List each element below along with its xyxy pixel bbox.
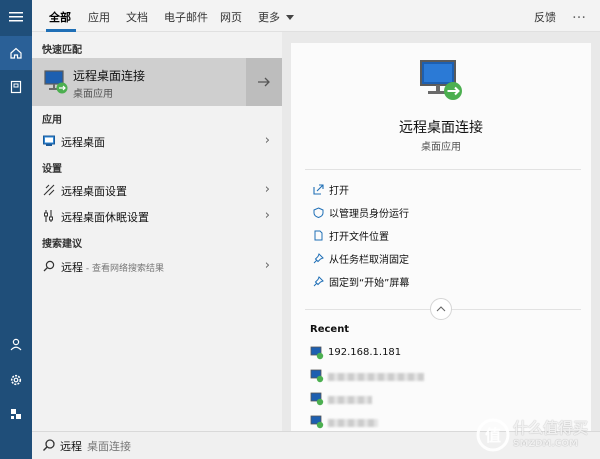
notebook-icon: [10, 80, 22, 94]
remote-desktop-icon: [42, 134, 56, 148]
action-unpin-taskbar[interactable]: 从任务栏取消固定: [311, 250, 581, 268]
details-pane: 远程桌面连接 桌面应用 打开 以管理员身份运行 打开文件位置 从任务栏取消固定 …: [291, 43, 591, 431]
details-subtitle: 桌面应用: [421, 142, 461, 153]
list-item[interactable]: 远程桌面设置 ›: [32, 179, 282, 203]
watermark-en: SMZDM.COM: [513, 439, 579, 449]
search-icon: [43, 439, 55, 451]
chevron-right-icon: ›: [264, 258, 270, 273]
tab-documents[interactable]: 文档: [126, 9, 148, 25]
chevron-right-icon: ›: [264, 133, 270, 148]
details-header: 远程桌面连接 桌面应用: [291, 43, 591, 168]
list-item[interactable]: 远程 - 查看网络搜索结果 ›: [32, 255, 282, 279]
chevron-up-icon: [436, 306, 446, 312]
action-open-file-location[interactable]: 打开文件位置: [311, 227, 581, 245]
open-icon: [311, 182, 325, 196]
best-match-title: 远程桌面连接: [73, 69, 146, 83]
tab-more-label: 更多: [258, 11, 280, 24]
redacted-text: [328, 373, 424, 381]
person-icon: [10, 338, 22, 351]
run-as-admin-icon: [311, 205, 325, 219]
action-label: 打开: [329, 186, 349, 197]
gear-icon: [10, 374, 22, 386]
tab-more[interactable]: 更多: [258, 9, 294, 25]
left-rail: [0, 0, 32, 459]
feedback-button[interactable]: 反馈: [534, 9, 556, 25]
recent-item[interactable]: 192.168.1.181: [310, 345, 580, 363]
tab-email[interactable]: 电子邮件: [164, 9, 208, 25]
tab-web[interactable]: 网页: [220, 9, 242, 25]
watermark-logo-icon: 值: [476, 418, 510, 452]
redacted-text: [328, 396, 372, 404]
notebook-button[interactable]: [0, 70, 32, 104]
remote-settings-icon: [42, 183, 56, 197]
search-input[interactable]: 远程: [60, 438, 82, 454]
remote-desktop-app-icon: [420, 60, 462, 100]
suggestion-query: 远程: [61, 261, 83, 274]
divider: [305, 169, 581, 170]
hamburger-icon: [9, 12, 23, 22]
file-location-icon: [311, 228, 325, 242]
best-match-item[interactable]: 远程桌面连接 桌面应用: [32, 58, 282, 106]
arrow-right-icon: [258, 77, 270, 87]
more-options-button[interactable]: …: [572, 6, 586, 22]
tab-all[interactable]: 全部: [49, 9, 71, 25]
results-pane: 快速匹配 远程桌面连接 桌面应用 应用 远程桌面 › 设置 远程桌面设置 › 远…: [32, 32, 282, 431]
watermark-cn: 什么值得买: [513, 419, 589, 437]
recent-heading: Recent: [310, 324, 350, 335]
action-label: 从任务栏取消固定: [329, 255, 409, 266]
search-suggestions-heading: 搜索建议: [42, 239, 82, 250]
action-label: 打开文件位置: [329, 232, 389, 243]
best-match-heading: 快速匹配: [42, 45, 82, 56]
sliders-icon: [42, 209, 56, 223]
settings-heading: 设置: [42, 164, 62, 175]
search-autocomplete-text: 桌面连接: [87, 440, 131, 453]
collapse-actions-button[interactable]: [430, 298, 452, 320]
account-button[interactable]: [0, 327, 32, 361]
tab-apps[interactable]: 应用: [88, 9, 110, 25]
settings-button[interactable]: [0, 363, 32, 397]
remote-desktop-file-icon: [310, 392, 324, 406]
watermark: 值 什么值得买 SMZDM.COM: [473, 407, 598, 459]
redacted-text: [328, 419, 378, 427]
search-icon: [42, 259, 56, 273]
action-label: 固定到“开始”屏幕: [329, 278, 410, 289]
list-item[interactable]: 远程桌面休眠设置 ›: [32, 205, 282, 229]
feedback-icon: [11, 409, 21, 419]
svg-text:值: 值: [485, 426, 501, 445]
remote-desktop-file-icon: [310, 369, 324, 383]
unpin-taskbar-icon: [311, 251, 325, 265]
home-button[interactable]: [0, 36, 32, 70]
recent-item[interactable]: [310, 368, 580, 386]
ellipsis-icon: …: [572, 6, 586, 22]
action-open[interactable]: 打开: [311, 181, 581, 199]
action-label: 以管理员身份运行: [329, 209, 409, 220]
caret-down-icon: [285, 15, 294, 20]
list-item-label: 远程桌面休眠设置: [61, 211, 149, 224]
action-pin-start[interactable]: 固定到“开始”屏幕: [311, 273, 581, 291]
feedback-hub-button[interactable]: [0, 397, 32, 431]
remote-desktop-file-icon: [310, 346, 324, 360]
chevron-right-icon: ›: [264, 208, 270, 223]
pin-start-icon: [311, 274, 325, 288]
suggestion-text: 远程 - 查看网络搜索结果: [61, 259, 164, 275]
chevron-right-icon: ›: [264, 182, 270, 197]
remote-desktop-app-icon: [44, 70, 68, 94]
list-item-label: 远程桌面设置: [61, 185, 127, 198]
recent-item-label: 192.168.1.181: [328, 347, 402, 358]
apps-heading: 应用: [42, 115, 62, 126]
best-match-open-button[interactable]: [246, 58, 282, 106]
list-item-label: 远程桌面: [61, 136, 105, 149]
hamburger-menu-button[interactable]: [0, 0, 32, 34]
list-item[interactable]: 远程桌面 ›: [32, 130, 282, 154]
suggestion-hint: - 查看网络搜索结果: [83, 264, 164, 274]
action-run-as-admin[interactable]: 以管理员身份运行: [311, 204, 581, 222]
best-match-subtitle: 桌面应用: [73, 89, 113, 100]
remote-desktop-file-icon: [310, 415, 324, 429]
filter-tabs-bar: 全部 应用 文档 电子邮件 网页 更多 反馈 …: [32, 0, 600, 32]
home-icon: [10, 47, 22, 59]
details-title: 远程桌面连接: [399, 120, 483, 136]
